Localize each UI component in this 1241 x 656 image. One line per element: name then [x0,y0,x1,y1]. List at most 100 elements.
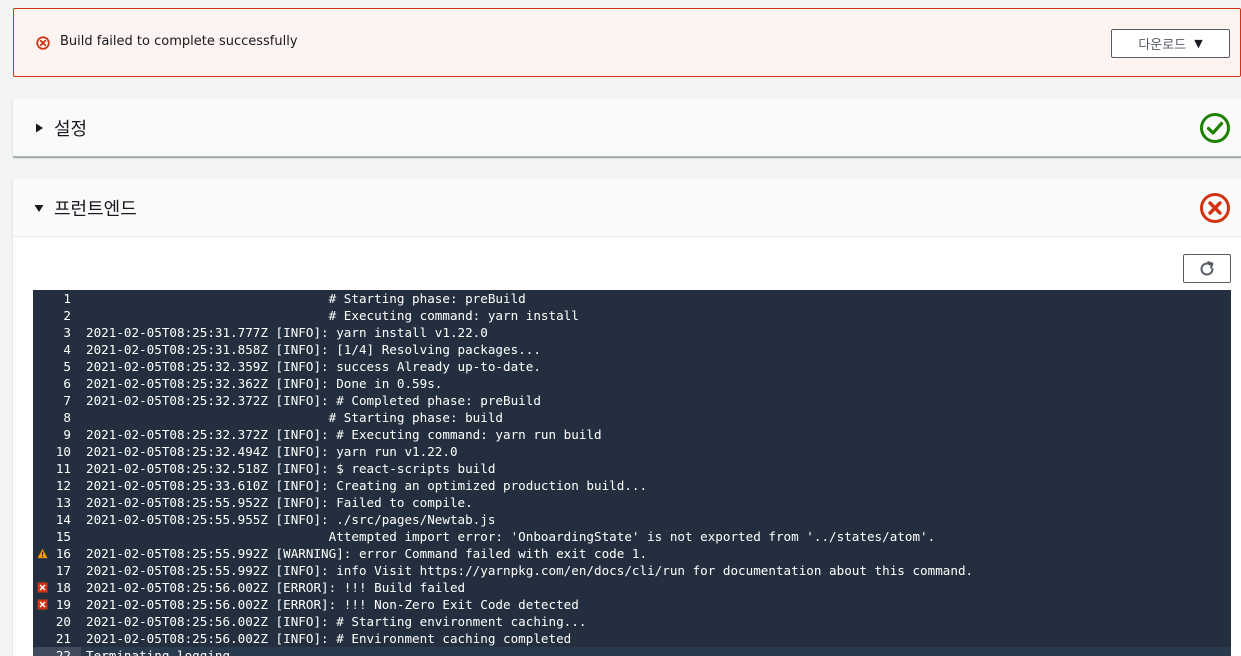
log-line-text: 2021-02-05T08:25:32.494Z [INFO]: yarn ru… [86,444,458,459]
log-line-number: 7 [33,392,81,409]
log-line-number: 18 [33,579,81,596]
log-line: 19 2021-02-05T08:25:56.002Z [ERROR]: !!! … [33,596,1231,613]
frontend-panel-header[interactable]: 프런트엔드 [13,179,1241,237]
line-number: 19 [55,597,71,612]
log-line: 10 2021-02-05T08:25:32.494Z [INFO]: yarn … [33,443,1231,460]
log-line: 5 2021-02-05T08:25:32.359Z [INFO]: succes… [33,358,1231,375]
line-number: 21 [55,631,71,646]
line-number: 5 [63,359,71,374]
log-line: 18 2021-02-05T08:25:56.002Z [ERROR]: !!! … [33,579,1231,596]
line-number: 20 [55,614,71,629]
log-line-number: 19 [33,596,81,613]
log-line-number: 2 [33,307,81,324]
log-line-number: 3 [33,324,81,341]
log-line-number: 12 [33,477,81,494]
log-line-text: 2021-02-05T08:25:55.955Z [INFO]: ./src/p… [86,512,496,527]
error-square-icon [37,582,48,593]
line-number: 2 [63,308,71,323]
log-line-text: 2021-02-05T08:25:32.518Z [INFO]: $ react… [86,461,496,476]
line-number: 11 [55,461,71,476]
log-line-number: 11 [33,460,81,477]
log-line-text: 2021-02-05T08:25:55.992Z [INFO]: info Vi… [86,563,974,578]
line-number: 15 [55,529,71,544]
log-line: 3 2021-02-05T08:25:31.777Z [INFO]: yarn i… [33,324,1231,341]
log-line-number: 14 [33,511,81,528]
log-line-number: 17 [33,562,81,579]
download-label: 다운로드 [1138,38,1187,53]
log-line: 1 # Starting phase: preBuild [33,290,1231,307]
log-line-text: 2021-02-05T08:25:55.952Z [INFO]: Failed … [86,495,473,510]
log-line-number: 10 [33,443,81,460]
log-line-text: 2021-02-05T08:25:56.002Z [INFO]: # Start… [86,614,587,629]
log-line: 9 2021-02-05T08:25:32.372Z [INFO]: # Exec… [33,426,1231,443]
refresh-icon [1200,260,1214,275]
line-number: 12 [55,478,71,493]
build-log[interactable]: 1 # Starting phase: preBuild 2 # Executin… [33,290,1231,656]
log-line-text: 2021-02-05T08:25:31.777Z [INFO]: yarn in… [86,325,488,340]
log-line-text: 2021-02-05T08:25:55.992Z [WARNING]: erro… [86,546,648,561]
log-line: 7 2021-02-05T08:25:32.372Z [INFO]: # Comp… [33,392,1231,409]
refresh-log-button[interactable] [1183,254,1231,283]
log-line-number: 13 [33,494,81,511]
log-line-number: 6 [33,375,81,392]
line-number: 13 [55,495,71,510]
caret-down-icon: ▼ [1194,37,1203,50]
alert-message: Build failed to complete successfully [60,34,298,49]
log-line-text: Terminating logging... [86,648,253,656]
log-line-text: 2021-02-05T08:25:56.002Z [ERROR]: !!! No… [86,597,579,612]
log-line: 13 2021-02-05T08:25:55.952Z [INFO]: Faile… [33,494,1231,511]
settings-panel-title: 설정 [54,119,88,140]
log-line-text: 2021-02-05T08:25:56.002Z [ERROR]: !!! Bu… [86,580,466,595]
log-line: 2 # Executing command: yarn install [33,307,1231,324]
line-number: 7 [63,393,71,408]
log-line-number: 21 [33,630,81,647]
log-line-number: 15 [33,528,81,545]
log-line-text: 2021-02-05T08:25:32.359Z [INFO]: success… [86,359,541,374]
log-line: 20 2021-02-05T08:25:56.002Z [INFO]: # Sta… [33,613,1231,630]
line-number: 9 [63,427,71,442]
build-failed-alert: Build failed to complete successfully 다운… [13,8,1241,77]
log-line: 17 2021-02-05T08:25:55.992Z [INFO]: info … [33,562,1231,579]
log-line: 4 2021-02-05T08:25:31.858Z [INFO]: [1/4] … [33,341,1231,358]
line-number: 4 [63,342,71,357]
line-number: 6 [63,376,71,391]
check-circle-icon [1200,113,1230,143]
log-line: 22 Terminating logging... [33,647,1231,656]
error-circle-icon [36,36,50,50]
settings-panel-header[interactable]: 설정 [13,99,1241,157]
log-line-number: 5 [33,358,81,375]
log-line: 12 2021-02-05T08:25:33.610Z [INFO]: Creat… [33,477,1231,494]
frontend-panel-title: 프런트엔드 [54,198,137,220]
line-number: 10 [55,444,71,459]
log-line-text: 2021-02-05T08:25:32.372Z [INFO]: # Compl… [86,393,541,408]
line-number: 18 [55,580,71,595]
line-number: 16 [55,546,71,561]
log-line-text: 2021-02-05T08:25:31.858Z [INFO]: [1/4] R… [86,342,541,357]
log-line-text: 2021-02-05T08:25:32.372Z [INFO]: # Execu… [86,427,602,442]
x-circle-icon [1200,192,1230,223]
log-line-number: 9 [33,426,81,443]
log-line-text: # Starting phase: build [86,410,504,425]
log-line-text: 2021-02-05T08:25:32.362Z [INFO]: Done in… [86,376,443,391]
frontend-panel: 프런트엔드 1 # Starting phase: preBuild 2 # Ex… [13,179,1241,656]
log-line-number: 1 [33,290,81,307]
log-line: 16 2021-02-05T08:25:55.992Z [WARNING]: er… [33,545,1231,562]
log-line: 6 2021-02-05T08:25:32.362Z [INFO]: Done i… [33,375,1231,392]
log-line-number: 16 [33,545,81,562]
log-line-number: 4 [33,341,81,358]
log-line-text: Attempted import error: 'OnboardingState… [86,529,936,544]
download-button[interactable]: 다운로드 ▼ [1111,29,1230,58]
line-number: 1 [63,291,71,306]
log-line: 21 2021-02-05T08:25:56.002Z [INFO]: # Env… [33,630,1231,647]
warning-triangle-icon [37,548,48,559]
log-line: 8 # Starting phase: build [33,409,1231,426]
caret-down-icon [34,204,44,212]
log-line-number: 20 [33,613,81,630]
log-line-text: 2021-02-05T08:25:56.002Z [INFO]: # Envir… [86,631,572,646]
line-number: 17 [55,563,71,578]
log-line: 14 2021-02-05T08:25:55.955Z [INFO]: ./src… [33,511,1231,528]
log-line: 11 2021-02-05T08:25:32.518Z [INFO]: $ rea… [33,460,1231,477]
log-line-text: 2021-02-05T08:25:33.610Z [INFO]: Creatin… [86,478,648,493]
log-line: 15 Attempted import error: 'OnboardingSt… [33,528,1231,545]
line-number: 14 [55,512,71,527]
